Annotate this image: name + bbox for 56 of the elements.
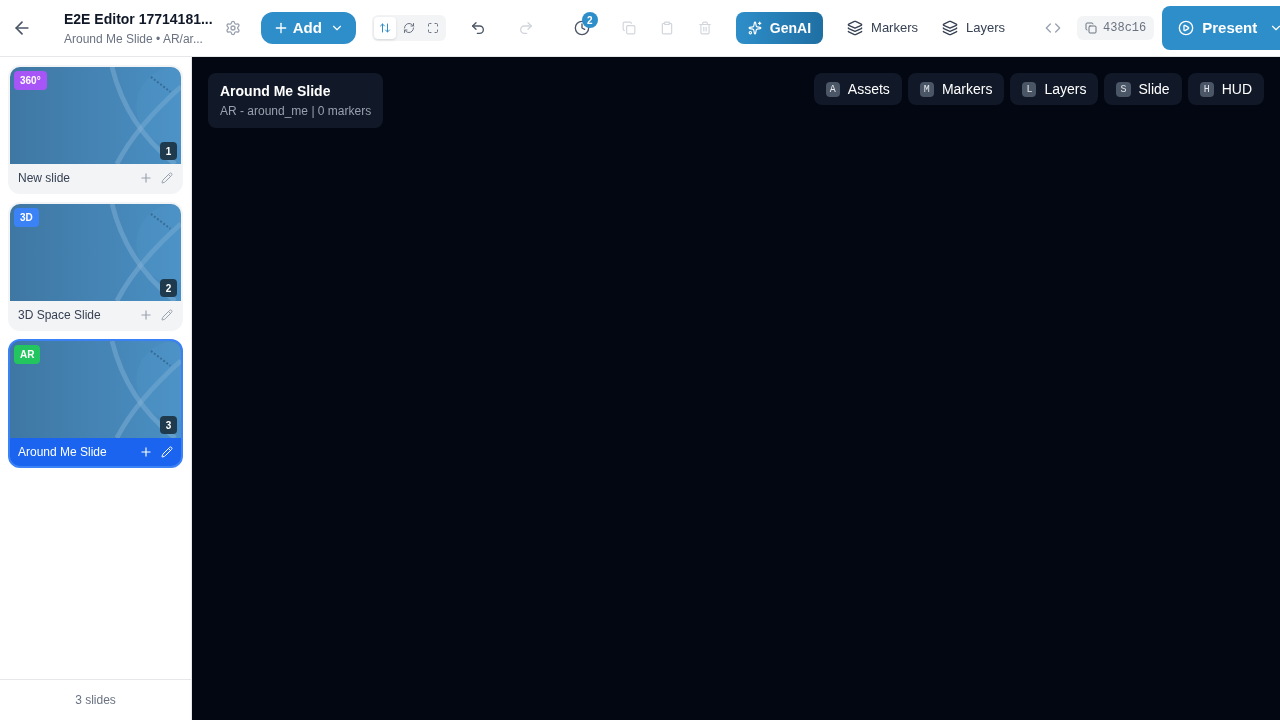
copy-icon xyxy=(621,21,636,35)
slide-count: 3 slides xyxy=(75,692,116,709)
project-subtitle: Around Me Slide • AR/ar... xyxy=(64,30,204,48)
project-title: E2E Editor 17714181... xyxy=(64,9,213,29)
slide-info-title: Around Me Slide xyxy=(220,82,332,101)
genai-button[interactable]: GenAI xyxy=(735,12,824,44)
view-toggle[interactable] xyxy=(373,17,396,39)
panel-button[interactable]: L Layers xyxy=(1010,73,1099,105)
edit-icon[interactable] xyxy=(161,172,173,184)
copy-icon xyxy=(1085,22,1098,34)
layers-icon xyxy=(847,20,864,36)
panel-button[interactable]: S Slide xyxy=(1104,73,1182,105)
slide-type-badge: AR xyxy=(14,345,41,364)
add-icon[interactable] xyxy=(139,171,153,185)
slide-name: New slide xyxy=(18,170,72,187)
expand-icon xyxy=(426,22,439,34)
slide-type-badge: 3D xyxy=(14,208,39,227)
shortcut-key: S xyxy=(1116,81,1131,97)
add-icon[interactable] xyxy=(139,445,153,459)
layers-icon xyxy=(942,20,958,36)
add-button[interactable]: Add xyxy=(260,12,356,44)
arrows-up-down-icon xyxy=(378,22,391,34)
shortcut-key: H xyxy=(1199,81,1214,97)
shortcut-key: M xyxy=(919,81,934,97)
slide-card[interactable]: 3D 2 3D Space Slide xyxy=(8,202,183,331)
undo-icon xyxy=(469,20,486,36)
slide-number: 2 xyxy=(160,279,177,297)
panel-button[interactable]: M Markers xyxy=(907,73,1005,105)
settings-icon xyxy=(224,20,241,36)
redo-icon xyxy=(517,20,534,36)
panel-button[interactable]: H HUD xyxy=(1187,73,1264,105)
play-icon xyxy=(1178,20,1195,36)
add-icon[interactable] xyxy=(139,308,153,322)
refresh-icon xyxy=(402,22,415,34)
shortcut-key: A xyxy=(825,81,840,97)
present-button[interactable]: Present xyxy=(1162,6,1280,50)
slide-type-badge: 360° xyxy=(14,71,47,90)
layers-button[interactable]: Layers xyxy=(934,18,1014,38)
edit-icon[interactable] xyxy=(161,309,173,321)
slide-name: 3D Space Slide xyxy=(18,307,102,324)
slide-card[interactable]: AR 3 Around Me Slide xyxy=(8,339,183,468)
sparkles-icon xyxy=(747,21,762,35)
trash-icon xyxy=(697,21,712,35)
slide-number: 1 xyxy=(160,142,177,160)
code-icon xyxy=(1045,20,1062,36)
slide-name: Around Me Slide xyxy=(18,444,108,461)
slide-card[interactable]: 360° 1 New slide xyxy=(8,65,183,194)
history-button[interactable]: 2 xyxy=(565,12,598,44)
panel-button[interactable]: A Assets xyxy=(813,73,902,105)
commit-hash: 438c16 xyxy=(1077,16,1155,40)
markers-button[interactable]: Markers xyxy=(839,18,926,38)
slide-number: 3 xyxy=(160,416,177,434)
shortcut-key: L xyxy=(1022,81,1037,97)
clipboard-icon xyxy=(659,21,674,35)
history-count: 2 xyxy=(581,12,598,28)
slide-info-subtitle: AR - around_me | 0 markers xyxy=(220,103,372,120)
